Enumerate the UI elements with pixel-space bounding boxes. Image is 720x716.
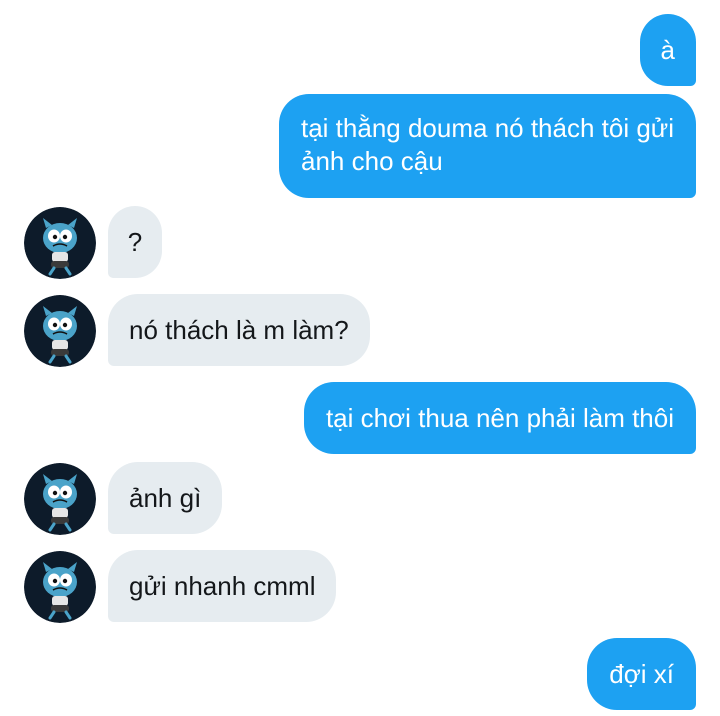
message-text-line: tại thằng douma nó thách tôi gửi xyxy=(301,113,674,143)
contact-avatar[interactable] xyxy=(24,295,96,367)
cartoon-cat-avatar-icon xyxy=(24,295,96,367)
message-text: gửi nhanh cmml xyxy=(129,570,316,601)
message-bubble-incoming[interactable]: ảnh gì xyxy=(108,462,223,534)
message-bubble-outgoing[interactable]: tại thằng douma nó thách tôi gửi ảnh cho… xyxy=(279,94,696,198)
message-text: ? xyxy=(127,226,143,257)
contact-avatar[interactable] xyxy=(24,207,96,279)
message-bubble-incoming[interactable]: nó thách là m làm? xyxy=(108,294,370,366)
cartoon-cat-avatar-icon xyxy=(24,463,96,535)
message-text: à xyxy=(660,34,675,65)
message-text: ảnh gì xyxy=(129,482,202,513)
message-text: tại chơi thua nên phải làm thôi xyxy=(325,402,674,433)
contact-avatar[interactable] xyxy=(24,551,96,623)
cartoon-cat-avatar-icon xyxy=(24,207,96,279)
message-bubble-incoming[interactable]: ? xyxy=(108,206,162,278)
message-bubble-outgoing[interactable]: đợi xí xyxy=(587,638,696,710)
message-text: đợi xí xyxy=(609,658,674,689)
message-text-line: ảnh cho cậu xyxy=(301,146,443,176)
message-bubble-outgoing[interactable]: à xyxy=(639,14,696,86)
contact-avatar[interactable] xyxy=(24,463,96,535)
message-bubble-outgoing[interactable]: tại chơi thua nên phải làm thôi xyxy=(303,382,696,454)
message-text: nó thách là m làm? xyxy=(129,314,349,345)
cartoon-cat-avatar-icon xyxy=(24,551,96,623)
message-bubble-incoming[interactable]: gửi nhanh cmml xyxy=(108,550,337,622)
